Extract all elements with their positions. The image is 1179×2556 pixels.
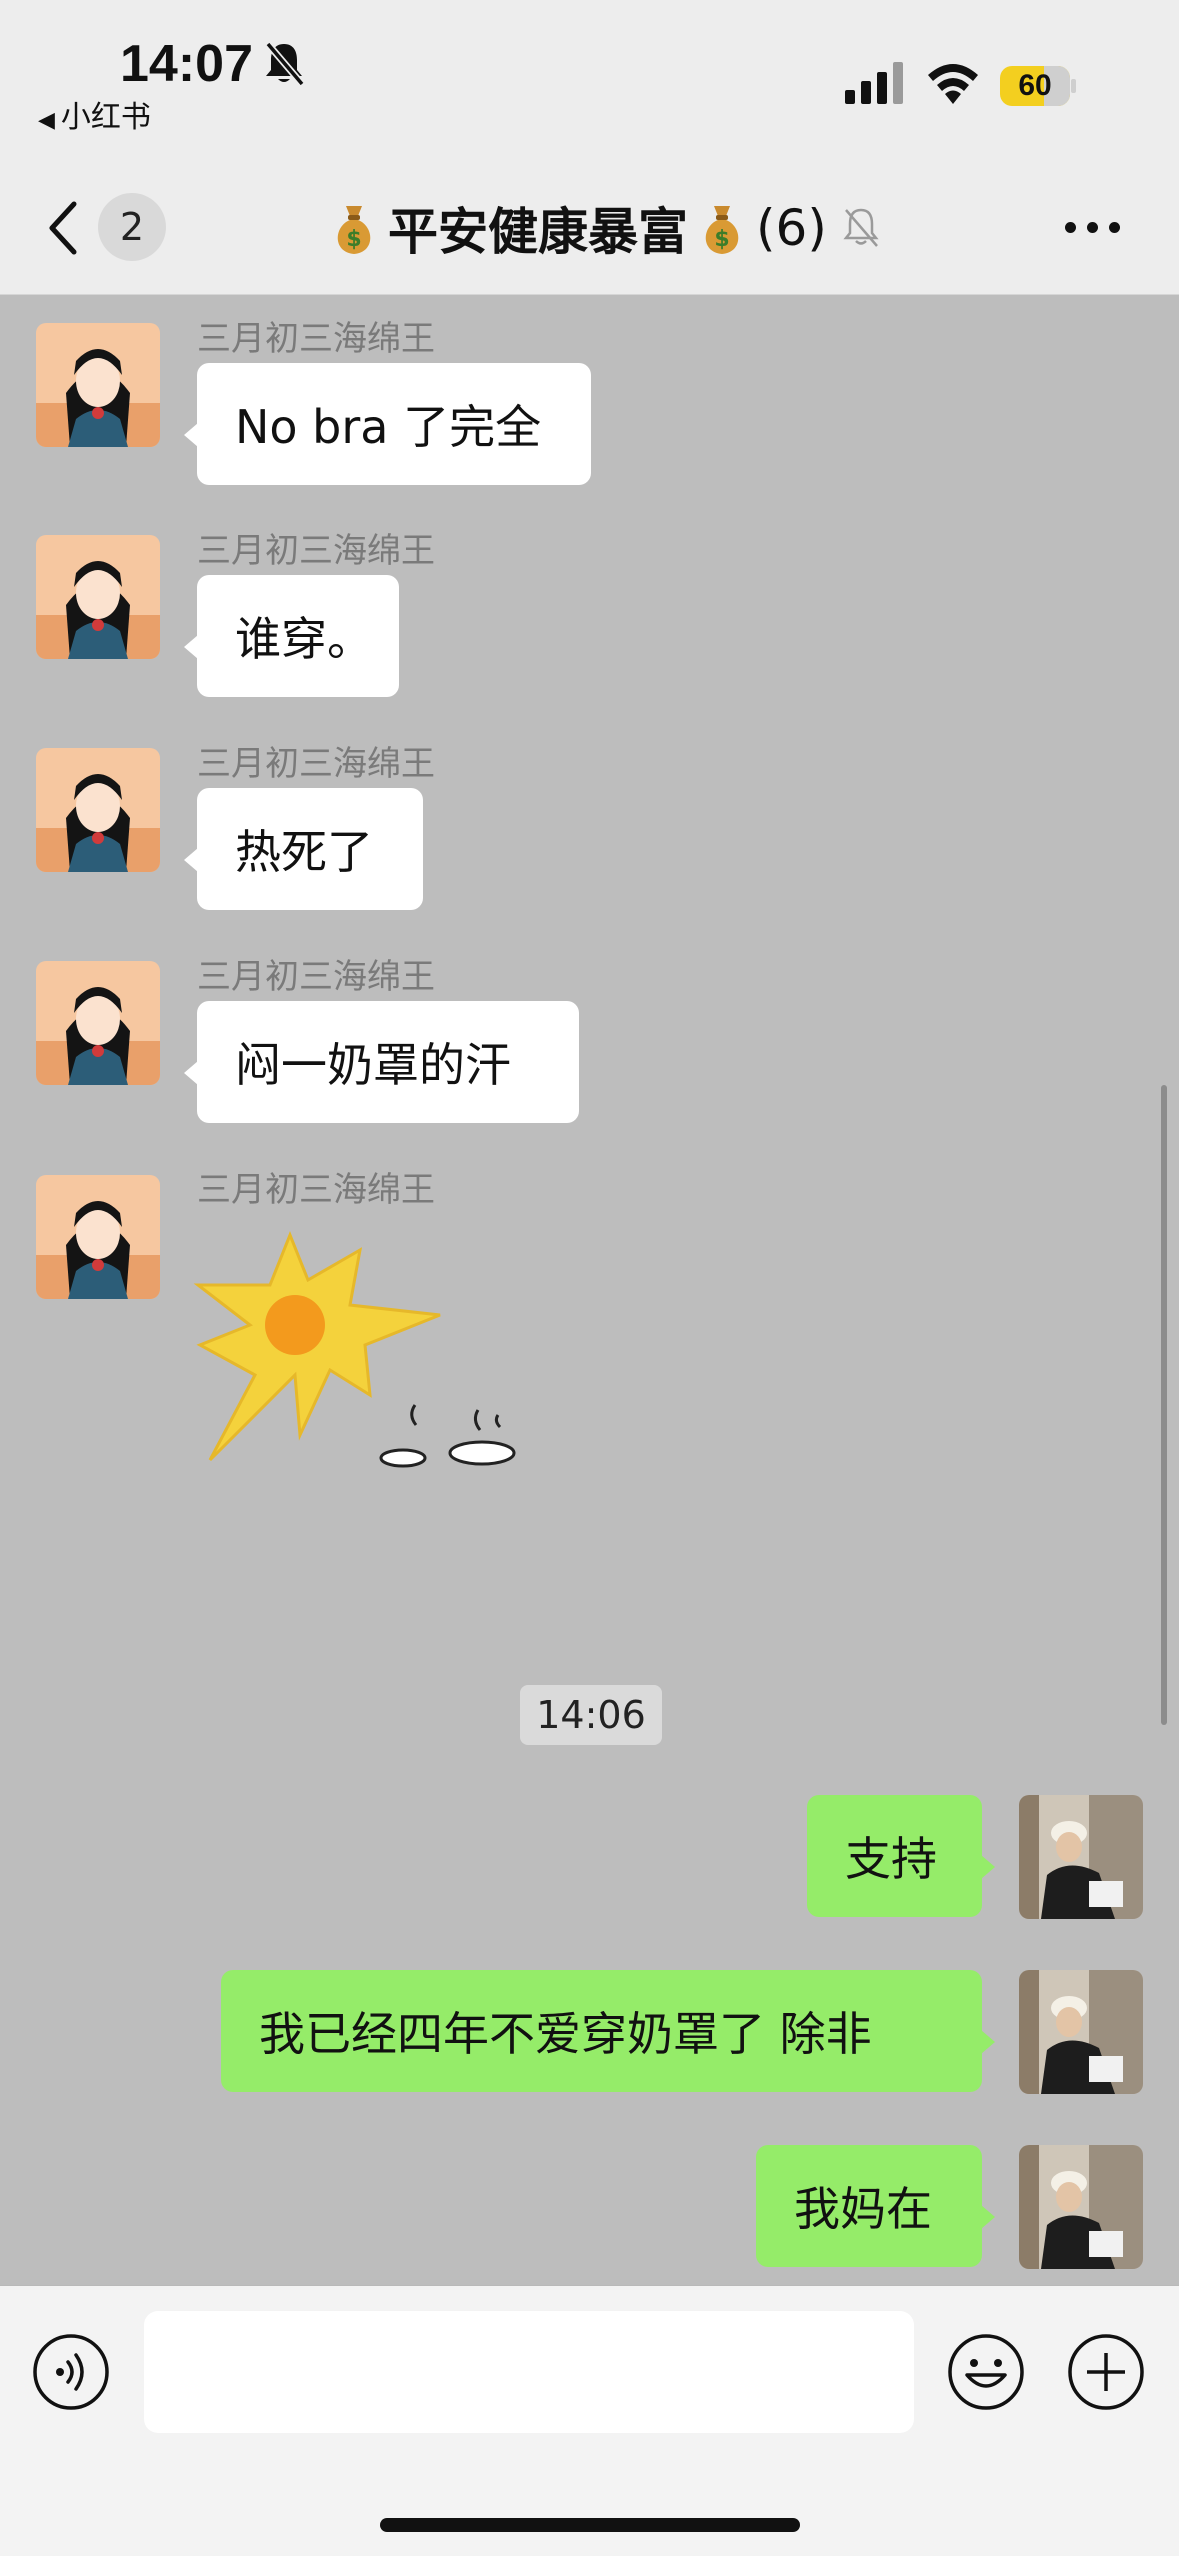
back-app-label: 小红书: [60, 100, 151, 135]
anime-girl-avatar-icon: [36, 535, 160, 659]
unread-count-badge[interactable]: 2: [98, 193, 166, 261]
anime-girl-avatar-icon: [36, 323, 160, 447]
emoji-icon[interactable]: [947, 2333, 1025, 2411]
avatar[interactable]: [1019, 2145, 1143, 2269]
chat-title: 平安健康暴富: [388, 203, 688, 261]
user-photo-avatar-icon: [1019, 2145, 1143, 2269]
message-bubble-self[interactable]: 我已经四年不爱穿奶罩了 除非: [221, 1970, 982, 2092]
message-bubble-self[interactable]: 我妈在: [756, 2145, 982, 2267]
sender-name: 三月初三海绵王: [197, 957, 435, 997]
anime-girl-avatar-icon: [36, 1175, 160, 1299]
wifi-icon: [928, 64, 978, 104]
avatar[interactable]: [36, 323, 160, 447]
avatar[interactable]: [1019, 1795, 1143, 1919]
plus-icon[interactable]: [1067, 2333, 1145, 2411]
more-dots-icon[interactable]: [1065, 222, 1121, 234]
avatar[interactable]: [36, 1175, 160, 1299]
avatar[interactable]: [36, 961, 160, 1085]
svg-text:$: $: [714, 227, 729, 252]
user-photo-avatar-icon: [1019, 1795, 1143, 1919]
anime-girl-avatar-icon: [36, 748, 160, 872]
avatar[interactable]: [36, 535, 160, 659]
avatar[interactable]: [36, 748, 160, 872]
input-bar: [0, 2286, 1179, 2556]
message-bubble[interactable]: 谁穿。: [197, 575, 399, 697]
message-timestamp: 14:06: [520, 1685, 662, 1745]
sender-name: 三月初三海绵王: [197, 744, 435, 784]
status-time: 14:07: [120, 35, 253, 93]
avatar[interactable]: [1019, 1970, 1143, 2094]
message-bubble-self[interactable]: 支持: [807, 1795, 982, 1917]
muted-bell-icon: [843, 208, 879, 247]
member-count: (6): [756, 199, 827, 257]
sender-name: 三月初三海绵王: [197, 319, 435, 359]
message-bubble[interactable]: No bra 了完全: [197, 363, 591, 485]
battery-icon: 60: [1000, 66, 1076, 106]
bell-slash-icon: [265, 41, 305, 86]
money-bag-icon: $: [705, 206, 739, 254]
home-indicator[interactable]: [380, 2518, 800, 2532]
hot-sun-sticker[interactable]: [190, 1225, 530, 1585]
chat-title-group[interactable]: $ 平安健康暴富 $ (6): [330, 196, 881, 261]
chevron-left-icon[interactable]: [44, 200, 84, 256]
user-photo-avatar-icon: [1019, 1970, 1143, 2094]
chat-header: 2 $ 平安健康暴富 $ (6): [0, 160, 1179, 295]
message-bubble[interactable]: 闷一奶罩的汗: [197, 1001, 579, 1123]
battery-level: 60: [1018, 69, 1052, 102]
scrollbar[interactable]: [1161, 1085, 1167, 1725]
sender-name: 三月初三海绵王: [197, 531, 435, 571]
message-bubble[interactable]: 热死了: [197, 788, 423, 910]
sender-name: 三月初三海绵王: [197, 1170, 435, 1210]
anime-girl-avatar-icon: [36, 961, 160, 1085]
voice-icon[interactable]: [32, 2333, 110, 2411]
signal-icon: [845, 62, 903, 104]
message-list[interactable]: 三月初三海绵王 No bra 了完全 三月初三海绵王 谁穿。 三月初三海绵王 热…: [0, 295, 1179, 2285]
status-bar: 14:07 ◀ 小红书 60: [0, 0, 1179, 160]
message-input[interactable]: [144, 2311, 914, 2433]
money-bag-icon: $: [337, 206, 371, 254]
svg-text:$: $: [346, 227, 361, 252]
back-triangle-icon: ◀: [38, 108, 55, 133]
back-to-app-link[interactable]: ◀ 小红书: [38, 92, 151, 136]
